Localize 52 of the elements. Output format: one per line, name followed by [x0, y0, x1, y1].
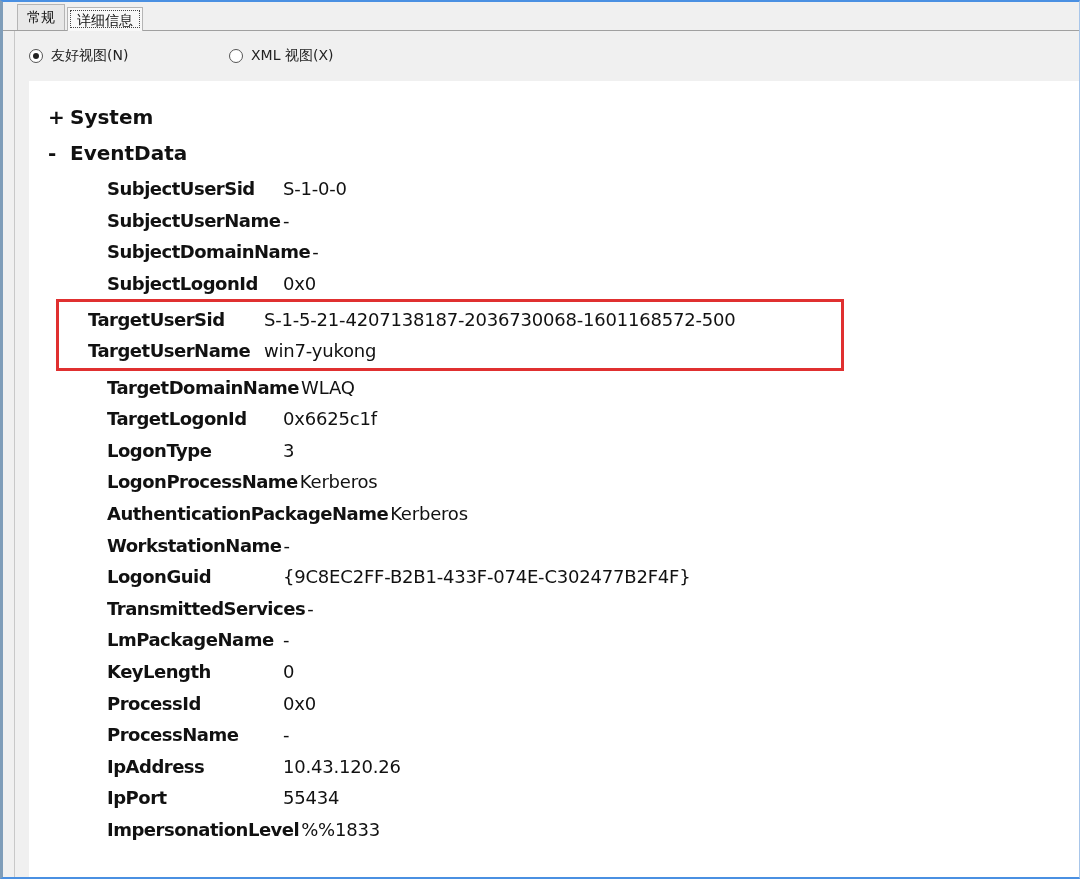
- field-value: 0x6625c1f: [283, 408, 377, 430]
- field-name: WorkstationName: [107, 534, 282, 556]
- tree-node[interactable]: System: [70, 105, 154, 129]
- field-name: IpAddress: [107, 755, 206, 777]
- field-value: Kerberos: [299, 471, 378, 493]
- field-name: SubjectDomainName: [107, 241, 311, 263]
- field-name: SubjectUserSid: [107, 178, 256, 200]
- field-name: TransmittedServices: [107, 597, 306, 619]
- view-radio[interactable]: 友好视图(N): [29, 47, 229, 65]
- field-name: TargetDomainName: [107, 376, 300, 398]
- field-value: {9C8EC2FF-B2B1-433F-074E-C302477B2F4F}: [283, 566, 691, 588]
- field-value: 3: [283, 439, 295, 461]
- field-value: 0x0: [283, 273, 316, 295]
- tab[interactable]: 详细信息: [67, 7, 143, 31]
- field-name: IpPort: [107, 787, 168, 809]
- field-name: LogonType: [107, 439, 213, 461]
- field-name: TargetUserSid: [88, 309, 226, 331]
- field-name: TargetUserName: [88, 340, 252, 362]
- field-value: 0: [283, 661, 295, 682]
- field-value: 0x0: [283, 692, 316, 714]
- tree-toggle[interactable]: +: [48, 105, 70, 129]
- tree-node[interactable]: EventData: [70, 141, 188, 165]
- view-radio[interactable]: XML 视图(X): [229, 47, 429, 65]
- radio-icon[interactable]: [29, 49, 43, 63]
- field-name: LogonGuid: [107, 566, 213, 588]
- field-name: AuthenticationPackageName: [107, 503, 389, 525]
- field-value: -: [283, 629, 290, 651]
- field-value: 55434: [283, 787, 340, 809]
- field-name: LogonProcessName: [107, 471, 298, 493]
- field-value: WLAQ: [301, 376, 355, 398]
- field-value: %%1833: [301, 819, 381, 840]
- field-value: 10.43.120.26: [283, 755, 401, 777]
- field-value: -: [283, 534, 290, 556]
- field-value: Kerberos: [390, 503, 468, 525]
- field-value: -: [283, 209, 290, 231]
- field-name: ProcessId: [107, 692, 202, 714]
- field-value: -: [312, 241, 319, 263]
- field-name: KeyLength: [107, 661, 212, 682]
- field-name: TargetLogonId: [107, 408, 248, 430]
- field-name: SubjectLogonId: [107, 273, 259, 295]
- field-name: SubjectUserName: [107, 209, 281, 231]
- field-value: -: [283, 724, 290, 746]
- field-name: ProcessName: [107, 724, 240, 746]
- field-name: ImpersonationLevel: [107, 819, 300, 840]
- radio-icon[interactable]: [229, 49, 243, 63]
- field-value: S-1-5-21-4207138187-2036730068-1601168572-500: [264, 309, 736, 331]
- field-value: S-1-0-0: [283, 178, 347, 200]
- field-name: LmPackageName: [107, 629, 275, 651]
- field-value: -: [307, 597, 314, 619]
- field-value: win7-yukong: [264, 340, 377, 362]
- tree-toggle[interactable]: -: [48, 141, 70, 165]
- tab[interactable]: 常规: [17, 4, 65, 30]
